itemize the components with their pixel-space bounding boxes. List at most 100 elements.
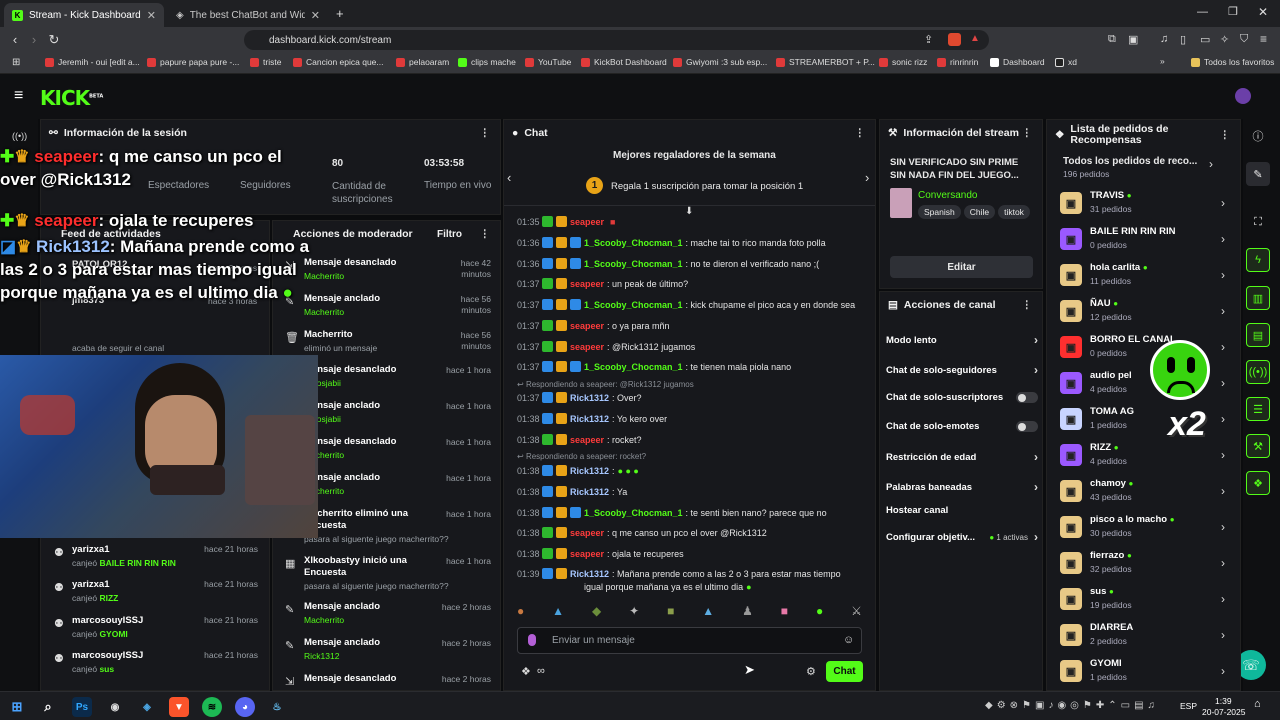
minimize-button[interactable]: — bbox=[1197, 6, 1208, 18]
new-tab-button[interactable]: + bbox=[336, 6, 344, 21]
channel-action-row[interactable]: Restricción de edad › bbox=[886, 450, 1038, 464]
channel-action-row[interactable]: Modo lento › bbox=[886, 333, 1038, 347]
wrench-icon[interactable]: ⚒ bbox=[1246, 434, 1270, 458]
edit-icon[interactable]: ✎ bbox=[1246, 162, 1270, 186]
bookmark-item[interactable]: xd bbox=[1055, 57, 1077, 67]
app-icon[interactable]: ◈ bbox=[137, 697, 157, 717]
chat-message[interactable]: 01:38 seapeer: ojala te recuperes bbox=[517, 548, 684, 559]
trash-icon[interactable]: ▥ bbox=[1246, 286, 1270, 310]
reward-request-item[interactable]: ▣ GYOMI 1 pedidos › bbox=[1060, 656, 1225, 690]
chevron-left-icon[interactable]: ‹ bbox=[507, 170, 511, 185]
channel-action-row[interactable]: Chat de solo-suscriptores bbox=[886, 392, 1038, 403]
emote-icon[interactable]: ▲ bbox=[702, 604, 714, 622]
channel-action-row[interactable]: Palabras baneadas › bbox=[886, 480, 1038, 494]
emote-icon[interactable]: ■ bbox=[667, 604, 674, 622]
info-icon[interactable]: ⓘ bbox=[1246, 124, 1270, 148]
bookmark-item[interactable]: papure papa pure -... bbox=[147, 57, 239, 67]
settings-icon[interactable]: ⚙ bbox=[806, 665, 816, 678]
emote-icon[interactable]: ● bbox=[816, 604, 823, 622]
leo-icon[interactable]: ✧ bbox=[1220, 33, 1229, 46]
chat-message[interactable]: 01:39 Rick1312: Mañana prende como a las… bbox=[517, 568, 841, 579]
bookmark-item[interactable]: pelaoaram bbox=[396, 57, 449, 67]
chat-message[interactable]: 01:38 seapeer: q me canso un pco el over… bbox=[517, 527, 767, 538]
chevron-right-icon[interactable]: › bbox=[865, 170, 869, 185]
obs-icon[interactable]: ◉ bbox=[105, 697, 125, 717]
chat-message[interactable]: 01:37 1_Scooby_Chocman_1: kick chupame e… bbox=[517, 299, 855, 310]
chat-message[interactable]: 01:36 1_Scooby_Chocman_1: no te dieron e… bbox=[517, 258, 819, 269]
screenshot-icon[interactable]: ▣ bbox=[1128, 33, 1138, 46]
list-item[interactable]: ✎ Mensaje anclado Macherrito hace 2 hora… bbox=[285, 601, 495, 637]
emote-icon[interactable]: ♟ bbox=[742, 604, 753, 622]
extensions-icon[interactable]: ⧉ bbox=[1108, 33, 1116, 46]
chat-message[interactable]: 01:37 seapeer: o ya para mñn bbox=[517, 320, 670, 331]
list-item[interactable]: ⚉ yarizxa1 canjeó RIZZ hace 21 horas bbox=[50, 579, 262, 613]
share-icon[interactable]: ⇪ bbox=[924, 33, 933, 46]
chat-message[interactable]: 01:37 seapeer: un peak de último? bbox=[517, 278, 688, 289]
reward-request-item[interactable]: ▣ pisco a lo macho ● 30 pedidos › bbox=[1060, 512, 1225, 546]
channel-action-row[interactable]: Configurar objetiv... ● 1 activas › bbox=[886, 530, 1038, 544]
bookmark-item[interactable]: sonic rizz bbox=[879, 57, 927, 67]
bookmark-item[interactable]: triste bbox=[250, 57, 281, 67]
chat-message[interactable]: 01:38 Rick1312: ● ● ● bbox=[517, 465, 639, 476]
chat-message[interactable]: 01:35 seapeer ■ bbox=[517, 216, 615, 227]
photoshop-icon[interactable]: Ps bbox=[72, 697, 92, 717]
reward-request-item[interactable]: ▣ chamoy ● 43 pedidos › bbox=[1060, 476, 1225, 510]
bookmark-item[interactable]: YouTube bbox=[525, 57, 571, 67]
chat-message[interactable]: 01:38 Rick1312: Ya bbox=[517, 486, 627, 497]
sidebar-icon[interactable]: ▯ bbox=[1180, 33, 1186, 46]
emoji-icon[interactable]: ☺ bbox=[843, 634, 854, 646]
chat-message[interactable]: 01:36 1_Scooby_Chocman_1: mache tai to r… bbox=[517, 237, 826, 248]
channel-action-row[interactable]: Hostear canal bbox=[886, 505, 1038, 516]
list-item[interactable]: ✎ Mensaje anclado Rick1312 hace 2 horas bbox=[285, 637, 495, 673]
list-item[interactable]: ⚉ yarizxa1 canjeó BAILE RIN RIN RIN hace… bbox=[50, 544, 262, 578]
chat-message[interactable]: 01:37 1_Scooby_Chocman_1: te tienen mala… bbox=[517, 361, 791, 372]
gifters-cta[interactable]: Regala 1 suscripción para tomar la posic… bbox=[611, 181, 803, 192]
chat-message[interactable]: 01:37 seapeer: @Rick1312 jugamos bbox=[517, 341, 695, 352]
bookmark-folder[interactable]: Todos los favoritos bbox=[1191, 57, 1274, 67]
emote-icon[interactable]: ✦ bbox=[629, 604, 639, 622]
chat-message[interactable]: igual porque mañana ya es el ultimo dia … bbox=[584, 582, 752, 592]
bookmark-item[interactable]: Cancion epica que... bbox=[293, 57, 384, 67]
tab-kickbot[interactable]: ◈ The best ChatBot and Widgets fo ✕ bbox=[168, 3, 328, 27]
layout-icon[interactable]: ⛶ bbox=[1246, 210, 1270, 234]
filter-button[interactable]: Filtro bbox=[437, 229, 462, 240]
notification-icon[interactable]: ⌂ bbox=[1254, 698, 1261, 710]
reward-request-item[interactable]: ▣ ÑAU ● 12 pedidos › bbox=[1060, 296, 1225, 330]
windows-start-icon[interactable]: ⊞ bbox=[7, 697, 27, 717]
rewards-icon[interactable]: ▲ bbox=[970, 33, 980, 44]
mic-icon[interactable] bbox=[528, 634, 536, 646]
spotify-icon[interactable]: ≋ bbox=[202, 697, 222, 717]
more-options-icon[interactable]: ⋮ bbox=[1022, 299, 1033, 311]
more-options-icon[interactable]: ⋮ bbox=[1220, 129, 1231, 141]
brave-icon[interactable]: ▼ bbox=[169, 697, 189, 717]
emote-icon[interactable]: ▲ bbox=[552, 604, 564, 622]
steam-icon[interactable]: ♨ bbox=[267, 697, 287, 717]
chat-message[interactable]: 01:38 1_Scooby_Chocman_1: te senti bien … bbox=[517, 507, 827, 518]
close-icon[interactable]: ✕ bbox=[147, 9, 156, 22]
bookmark-item[interactable]: Gwiyomi :3 sub esp... bbox=[673, 57, 767, 67]
bookmark-item[interactable]: Jeremih - oui [edit a... bbox=[45, 57, 140, 67]
all-requests-item[interactable]: Todos los pedidos de reco... 196 pedidos… bbox=[1063, 156, 1223, 182]
bolt-icon[interactable]: ϟ bbox=[1246, 248, 1270, 272]
reload-icon[interactable]: ↻ bbox=[45, 32, 63, 48]
reward-request-item[interactable]: ▣ RIZZ ● 4 pedidos › bbox=[1060, 440, 1225, 474]
rewards-icon[interactable]: ❖ bbox=[1246, 471, 1270, 495]
list-item[interactable]: ⚉ marcosouyISSJ canjeó sus hace 21 horas bbox=[50, 650, 262, 684]
category-name[interactable]: Conversando bbox=[918, 190, 977, 201]
clock-date[interactable]: 20-07-2025 bbox=[1202, 707, 1245, 717]
live-icon[interactable]: ((•)) bbox=[12, 131, 27, 141]
clock-time[interactable]: 1:39 bbox=[1215, 696, 1232, 706]
bookmark-item[interactable]: rinrinrin bbox=[937, 57, 978, 67]
reward-request-item[interactable]: ▣ fierrazo ● 32 pedidos › bbox=[1060, 548, 1225, 582]
pin-toggle-icon[interactable]: ⬇ bbox=[685, 206, 693, 217]
emote-icon[interactable]: ■ bbox=[781, 604, 788, 622]
reward-request-item[interactable]: ▣ BAILE RIN RIN RIN 0 pedidos › bbox=[1060, 224, 1225, 258]
infinity-icon[interactable]: ∞ bbox=[537, 665, 545, 677]
reward-request-item[interactable]: ▣ DIARREA 2 pedidos › bbox=[1060, 620, 1225, 654]
menu-icon[interactable]: ≡ bbox=[1260, 32, 1267, 46]
url-field[interactable]: dashboard.kick.com/stream bbox=[244, 30, 989, 50]
kick-logo[interactable]: KICKBETA bbox=[40, 86, 103, 110]
list-item[interactable]: ⚉ marcosouyISSJ canjeó GYOMI hace 21 hor… bbox=[50, 615, 262, 649]
broadcast-icon[interactable]: ((•)) bbox=[1246, 360, 1270, 384]
queue-icon[interactable]: ☰ bbox=[1246, 397, 1270, 421]
